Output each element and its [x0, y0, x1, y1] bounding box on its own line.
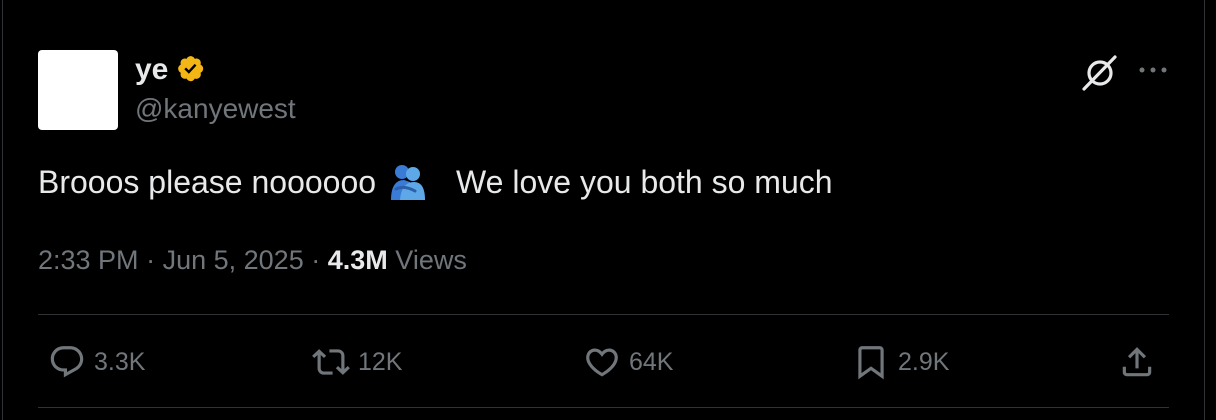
author-handle[interactable]: @kanyewest [135, 93, 296, 125]
meta-separator: · [311, 245, 321, 275]
repost-button[interactable]: 12K [312, 343, 402, 381]
tweet-time[interactable]: 2:33 PM [38, 245, 139, 275]
reply-icon [50, 346, 84, 378]
people-hugging-icon [388, 162, 428, 202]
divider [38, 314, 1169, 315]
tweet-text: Brooos please noooooo We love you both s… [38, 162, 833, 202]
bookmark-count: 2.9K [898, 347, 950, 376]
grok-icon[interactable] [1080, 52, 1120, 92]
bookmark-button[interactable]: 2.9K [852, 343, 949, 381]
reply-button[interactable]: 3.3K [48, 343, 145, 381]
meta-separator: · [146, 245, 156, 275]
views-count: 4.3M [327, 245, 388, 275]
tweet-meta: 2:33 PM · Jun 5, 2025 · 4.3M Views [38, 245, 467, 276]
like-count: 64K [629, 347, 674, 376]
like-button[interactable]: 64K [583, 343, 673, 381]
tweet-text-part2: We love you both so much [456, 163, 833, 200]
more-options-icon[interactable] [1138, 58, 1168, 82]
avatar[interactable] [38, 50, 118, 130]
author-display-name[interactable]: ye [135, 52, 168, 88]
tweet-text-part1: Brooos please noooooo [38, 163, 377, 200]
repost-icon [312, 349, 350, 375]
share-button[interactable] [1118, 343, 1156, 381]
share-icon [1122, 347, 1152, 377]
divider [38, 407, 1169, 408]
reply-count: 3.3K [94, 347, 146, 376]
views-label: Views [395, 245, 467, 275]
tweet-date[interactable]: Jun 5, 2025 [163, 245, 304, 275]
heart-icon [586, 348, 618, 377]
author-name-row: ye [135, 52, 208, 88]
verified-badge-icon [176, 54, 208, 86]
repost-count: 12K [358, 347, 403, 376]
bookmark-icon [858, 346, 884, 380]
